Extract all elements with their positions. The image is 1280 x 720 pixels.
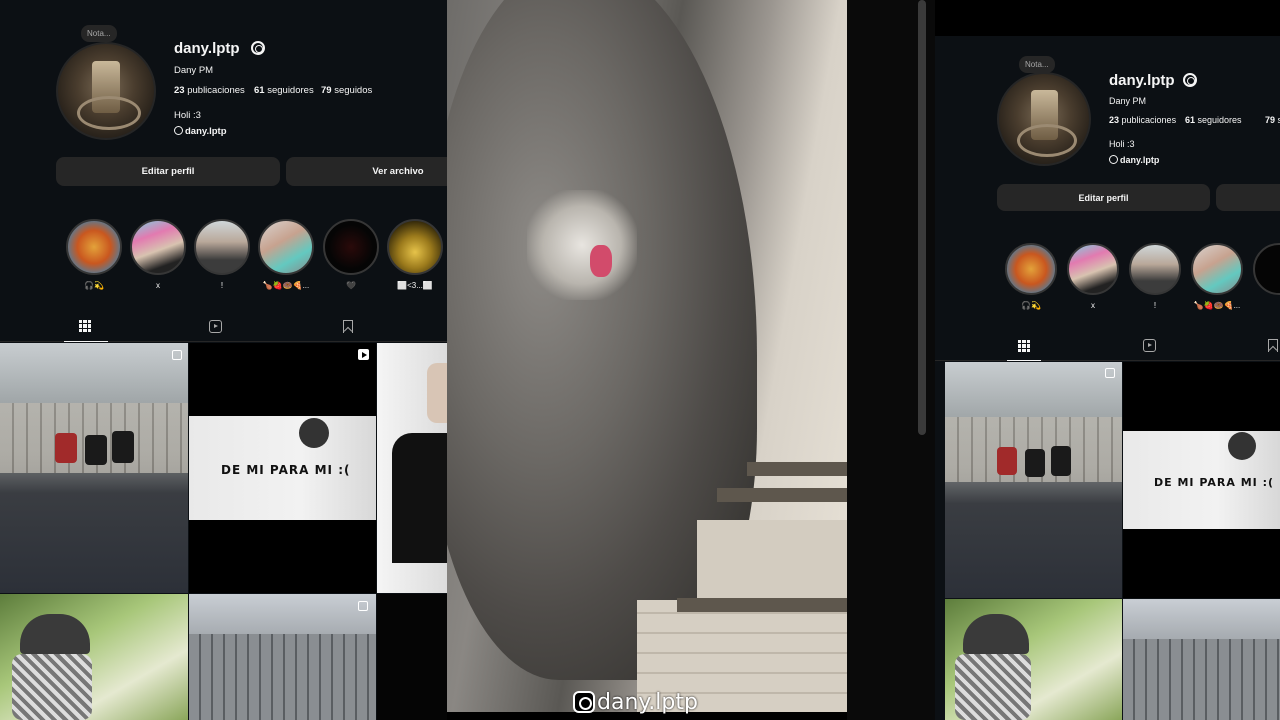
saved-tab-icon[interactable] [343, 320, 353, 333]
threads-link[interactable]: dany.lptp [174, 126, 227, 137]
screen: Nota... dany.lptp Dany PM 23 publicacion… [0, 0, 1280, 720]
posts-grid-icon-right[interactable] [1018, 340, 1030, 352]
story-label-5: 🖤 [346, 281, 356, 290]
tab-active-indicator-right [1007, 360, 1041, 361]
carousel-icon-right [1105, 368, 1115, 378]
view-archive-button-right[interactable] [1216, 184, 1280, 211]
story-highlight-1[interactable] [66, 219, 122, 275]
stat-posts: 23 publicaciones [174, 85, 245, 96]
view-archive-button[interactable]: Ver archivo [286, 157, 447, 186]
post-3[interactable] [377, 343, 447, 593]
reels-tab-icon[interactable] [209, 320, 222, 333]
story-highlight-3[interactable] [194, 219, 250, 275]
post-caption-overlay-right: DE MI PARA MI :( [1154, 476, 1275, 489]
stat-following[interactable]: 79 seguidos [321, 85, 372, 96]
story-highlight-right-2[interactable] [1067, 243, 1119, 295]
saved-tab-icon-right[interactable] [1268, 339, 1278, 352]
settings-gear-icon-right[interactable] [1183, 73, 1197, 87]
right-window-topbar [935, 0, 1280, 36]
video-step-2 [697, 520, 847, 598]
story-label-4: 🍗🍓🍩🍕... [262, 281, 310, 290]
story-highlight-5[interactable] [323, 219, 379, 275]
video-watermark: dany.lptp [573, 690, 698, 715]
post-1[interactable] [0, 343, 188, 593]
posts-grid-icon[interactable] [79, 320, 91, 332]
story-label-2: x [156, 281, 160, 290]
stat-followers-right[interactable]: 61 seguidores [1185, 115, 1242, 125]
video-step-edge [677, 598, 847, 612]
story-label-1: 🎧💫 [84, 281, 104, 290]
post-right-1[interactable] [945, 362, 1122, 598]
story-highlight-right-3[interactable] [1129, 243, 1181, 295]
story-label-right-1: 🎧💫 [1021, 301, 1041, 310]
reels-tab-icon-right[interactable] [1143, 339, 1156, 352]
post-right-2[interactable]: DE MI PARA MI :( [1123, 362, 1280, 598]
post-4[interactable] [0, 594, 188, 720]
edit-profile-button-right[interactable]: Editar perfil [997, 184, 1210, 211]
threads-link-right[interactable]: dany.lptp [1109, 155, 1159, 165]
video-pink-debris [590, 245, 612, 277]
threads-icon-right [1109, 155, 1118, 164]
reel-icon [358, 349, 369, 360]
profile-bio: Holi :3 [174, 110, 201, 121]
profile-bio-right: Holi :3 [1109, 139, 1135, 149]
story-label-right-2: x [1091, 301, 1095, 310]
note-bubble-right[interactable]: Nota... [1019, 56, 1055, 73]
profile-avatar[interactable] [56, 42, 156, 140]
profile-avatar-right[interactable] [997, 72, 1091, 166]
carousel-icon [172, 350, 182, 360]
story-label-right-4: 🍗🍓🍩🍕... [1193, 301, 1241, 310]
video-step-edge-3 [747, 462, 847, 476]
stat-followers[interactable]: 61 seguidores [254, 85, 314, 96]
profile-panel-left: Nota... dany.lptp Dany PM 23 publicacion… [0, 0, 447, 720]
profile-username-right: dany.lptp [1109, 72, 1175, 89]
profile-full-name-right: Dany PM [1109, 96, 1147, 106]
story-label-3: ! [220, 281, 224, 290]
scrollbar-thumb[interactable] [918, 0, 926, 435]
settings-gear-icon[interactable] [251, 41, 265, 55]
story-highlight-right-1[interactable] [1005, 243, 1057, 295]
post-2[interactable]: DE MI PARA MI :( [189, 343, 376, 593]
instagram-icon [573, 691, 595, 713]
story-highlight-2[interactable] [130, 219, 186, 275]
stat-following-right[interactable]: 79 seguidos [1265, 115, 1280, 125]
post-right-3[interactable] [945, 599, 1122, 720]
threads-icon [174, 126, 183, 135]
story-highlight-4[interactable] [258, 219, 314, 275]
story-highlight-right-4[interactable] [1191, 243, 1243, 295]
story-label-right-3: ! [1153, 301, 1157, 310]
post-caption-overlay: DE MI PARA MI :( [221, 463, 351, 477]
profile-username: dany.lptp [174, 40, 240, 57]
story-highlight-right-5[interactable] [1253, 243, 1280, 295]
post-6[interactable] [377, 594, 447, 720]
carousel-icon-2 [358, 601, 368, 611]
tab-active-indicator [64, 341, 108, 342]
story-highlight-6[interactable] [387, 219, 443, 275]
profile-panel-right: Nota... dany.lptp Dany PM 23 publicacion… [935, 36, 1280, 720]
profile-full-name: Dany PM [174, 65, 214, 76]
post-right-4[interactable] [1123, 599, 1280, 720]
story-label-6: ⬜<3...⬜ [397, 281, 433, 290]
video-paper-debris [527, 190, 637, 300]
story-video-viewer[interactable] [447, 0, 847, 712]
stat-posts-right: 23 publicaciones [1109, 115, 1177, 125]
tab-divider-right [935, 360, 1280, 361]
post-5[interactable] [189, 594, 376, 720]
video-step-edge-2 [717, 488, 847, 502]
edit-profile-button[interactable]: Editar perfil [56, 157, 280, 186]
note-bubble[interactable]: Nota... [81, 25, 117, 42]
